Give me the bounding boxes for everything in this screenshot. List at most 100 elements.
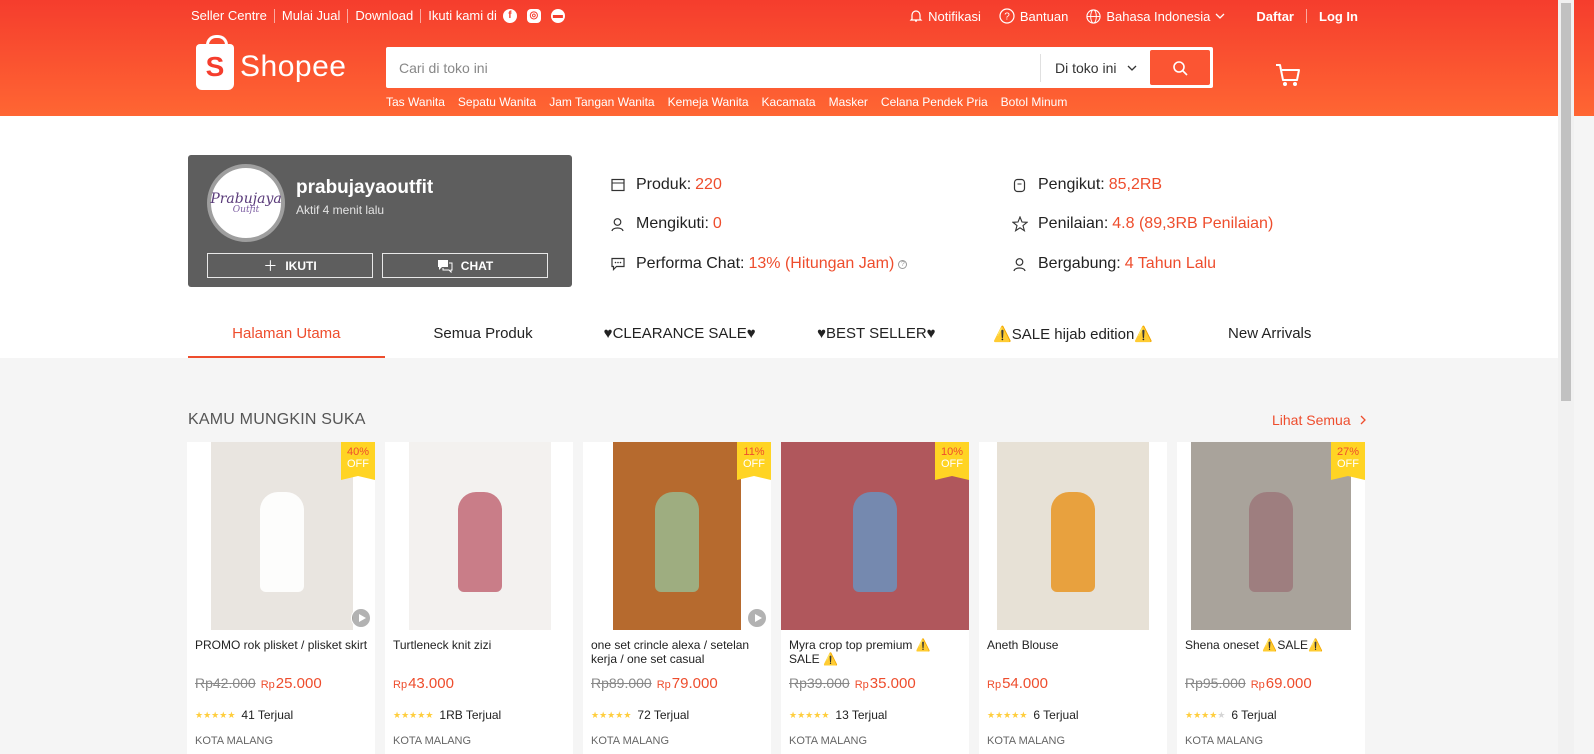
seller-centre-link[interactable]: Seller Centre (191, 9, 275, 23)
tab-home[interactable]: Halaman Utama (188, 311, 385, 358)
suggestion-link[interactable]: Kacamata (762, 95, 816, 109)
cart-icon[interactable] (1275, 62, 1301, 88)
sale-price: 35.000 (869, 675, 916, 692)
sale-price: 25.000 (275, 675, 322, 692)
product-figure (1051, 492, 1095, 592)
sale-price: 69.000 (1265, 675, 1312, 692)
suggestion-link[interactable]: Jam Tangan Wanita (549, 95, 654, 109)
product-figure (1249, 492, 1293, 592)
user-check-icon (1013, 257, 1026, 271)
search-button[interactable] (1150, 50, 1210, 85)
notification-link[interactable]: Notifikasi (909, 9, 981, 24)
stat-rating: Penilaian: 4.8 (89,3RB Penilaian) (1012, 215, 1273, 233)
original-price: Rp89.000 (591, 675, 652, 691)
product-price: Rp 54.000 (987, 675, 1048, 692)
suggestion-link[interactable]: Tas Wanita (386, 95, 445, 109)
search-bar: Di toko ini (386, 47, 1213, 88)
shop-tabs: Halaman Utama Semua Produk ♥CLEARANCE SA… (188, 311, 1368, 358)
rating-stars: ★★★★★ (987, 709, 1028, 720)
product-rating: ★★★★★ 6 Terjual (987, 708, 1079, 722)
facebook-icon[interactable]: f (502, 9, 517, 23)
product-location: KOTA MALANG (1185, 735, 1264, 747)
rating-stars: ★★★★★ (789, 709, 830, 720)
shop-active-status: Aktif 4 menit lalu (296, 203, 385, 217)
shop-avatar[interactable]: Prabujaya Outfit (207, 164, 285, 242)
product-figure (260, 492, 304, 592)
logo-text: Shopee (240, 50, 347, 83)
product-name: PROMO rok plisket / plisket skirt (195, 638, 368, 652)
product-price: Rp39.000 Rp 35.000 (789, 675, 916, 692)
product-price: Rp42.000 Rp 25.000 (195, 675, 322, 692)
help-link[interactable]: ? Bantuan (999, 8, 1068, 24)
tab-new-arrivals[interactable]: New Arrivals (1171, 311, 1368, 358)
suggestion-link[interactable]: Masker (829, 95, 868, 109)
product-rating: ★★★★★ 72 Terjual (591, 708, 689, 722)
scrollbar-thumb[interactable] (1561, 3, 1571, 401)
line-icon[interactable]: ▬ (550, 9, 565, 23)
stat-following: Mengikuti: 0 (610, 215, 722, 233)
stat-joined: Bergabung: 4 Tahun Lalu (1012, 255, 1216, 273)
star-icon (1012, 216, 1028, 232)
product-card[interactable]: 40% OFF PROMO rok plisket / plisket skirt… (187, 442, 375, 754)
rating-stars: ★★★★★ (195, 709, 236, 720)
product-card[interactable]: Turtleneck knit zizi Rp 43.000 ★★★★★ 1RB T… (385, 442, 573, 754)
discount-badge: 11% OFF (737, 442, 771, 480)
follow-button[interactable]: ＋ IKUTI (207, 253, 373, 278)
stat-products: Produk: 220 (610, 176, 722, 194)
language-selector[interactable]: Bahasa Indonesia (1086, 9, 1226, 24)
tab-best-seller[interactable]: ♥BEST SELLER♥ (778, 311, 975, 358)
suggestion-link[interactable]: Celana Pendek Pria (881, 95, 988, 109)
globe-icon (1086, 8, 1101, 24)
product-name: Turtleneck knit zizi (393, 638, 492, 652)
discount-badge: 10% OFF (935, 442, 969, 480)
download-link[interactable]: Download (348, 9, 422, 23)
product-location: KOTA MALANG (987, 735, 1066, 747)
product-card[interactable]: 27% OFF Shena oneset ⚠️SALE⚠️ Rp95.000 Rp 6… (1177, 442, 1365, 754)
rating-stars: ★★★★★ (1185, 709, 1226, 720)
tab-all-products[interactable]: Semua Produk (385, 311, 582, 358)
original-price: Rp95.000 (1185, 675, 1246, 691)
svg-text:?: ? (1004, 12, 1010, 23)
chat-button[interactable]: CHAT (382, 253, 548, 278)
product-rating: ★★★★★ 13 Terjual (789, 708, 887, 722)
product-figure (853, 492, 897, 592)
original-price: Rp39.000 (789, 675, 850, 691)
product-price: Rp 43.000 (393, 675, 454, 692)
see-all-link[interactable]: Lihat Semua (1272, 412, 1368, 428)
search-scope-dropdown[interactable]: Di toko ini (1040, 53, 1150, 82)
sale-price: 54.000 (1002, 675, 1048, 692)
chat-bubble-icon (611, 257, 625, 271)
stat-chat-performance: Performa Chat: 13% (Hitungan Jam) ? (610, 255, 908, 273)
sale-price: 79.000 (671, 675, 718, 692)
sold-count: 72 Terjual (637, 708, 690, 722)
shop-card: Prabujaya Outfit prabujayaoutfit Aktif 4… (188, 155, 572, 287)
shopee-logo[interactable]: S Shopee (196, 35, 347, 90)
tab-clearance-sale[interactable]: ♥CLEARANCE SALE♥ (581, 311, 778, 358)
play-video-icon[interactable] (351, 608, 371, 628)
info-icon[interactable]: ? (898, 259, 908, 269)
top-navbar: Seller Centre Mulai Jual Download Ikuti … (191, 7, 1358, 25)
suggestion-link[interactable]: Kemeja Wanita (668, 95, 749, 109)
suggestion-link[interactable]: Botol Minum (1001, 95, 1068, 109)
product-card[interactable]: 10% OFF Myra crop top premium ⚠️ SALE ⚠️ … (781, 442, 969, 754)
login-link[interactable]: Log In (1319, 9, 1358, 24)
product-card[interactable]: 11% OFF one set crincle alexa / setelan k… (583, 442, 771, 754)
product-figure (458, 492, 502, 592)
tab-sale-hijab[interactable]: ⚠️SALE hijab edition⚠️ (975, 311, 1172, 358)
instagram-icon[interactable]: ◎ (526, 9, 541, 23)
product-grid: 40% OFF PROMO rok plisket / plisket skirt… (187, 442, 1368, 754)
bell-icon (909, 10, 923, 22)
suggestion-link[interactable]: Sepatu Wanita (458, 95, 536, 109)
play-video-icon[interactable] (747, 608, 767, 628)
product-rating: ★★★★★ 41 Terjual (195, 708, 293, 722)
site-header: Seller Centre Mulai Jual Download Ikuti … (0, 0, 1594, 116)
signup-link[interactable]: Daftar (1256, 9, 1294, 24)
user-plus-icon (611, 217, 624, 231)
chat-icon (437, 259, 453, 273)
sold-count: 6 Terjual (1231, 708, 1277, 722)
search-input[interactable] (389, 59, 1040, 76)
product-name: Myra crop top premium ⚠️ SALE ⚠️ (789, 638, 931, 666)
discount-badge: 40% OFF (341, 442, 375, 480)
product-card[interactable]: Aneth Blouse Rp 54.000 ★★★★★ 6 Terjual KOT… (979, 442, 1167, 754)
start-selling-link[interactable]: Mulai Jual (275, 9, 349, 23)
